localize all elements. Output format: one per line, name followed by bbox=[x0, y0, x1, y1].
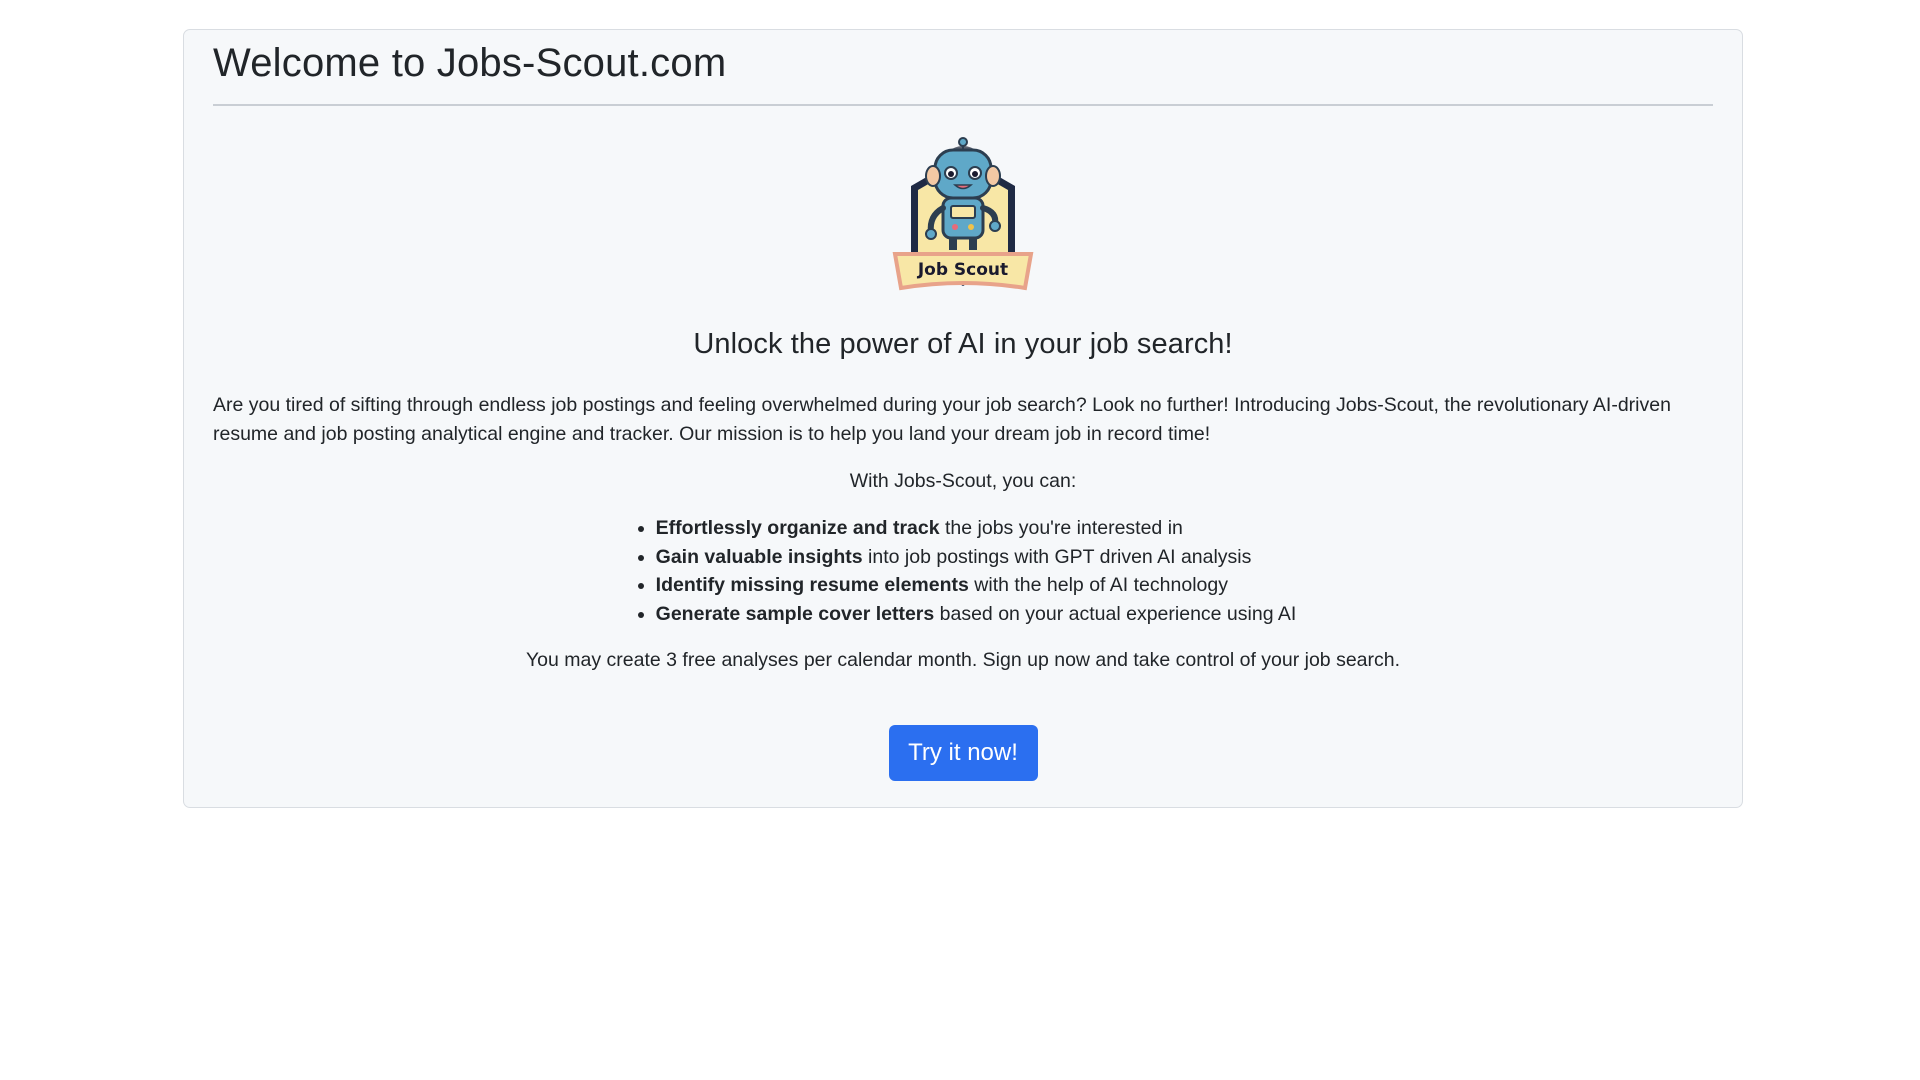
feature-bold: Identify missing resume elements bbox=[655, 574, 969, 596]
logo: Job Scout bbox=[213, 128, 1713, 298]
robot-mascot-icon: Job Scout bbox=[892, 137, 1034, 291]
features-lead-in: With Jobs-Scout, you can: bbox=[849, 470, 1077, 492]
features-list: Effortlessly organize and track the jobs… bbox=[213, 514, 1713, 628]
page-title: Welcome to Jobs-Scout.com bbox=[213, 41, 727, 85]
hero-headline: Unlock the power of AI in your job searc… bbox=[693, 328, 1233, 360]
welcome-card: Welcome to Jobs-Scout.com Job Scout Unlo… bbox=[183, 29, 1743, 808]
feature-text: the jobs you're interested in bbox=[939, 517, 1183, 539]
quota-text: You may create 3 free analyses per calen… bbox=[525, 649, 1401, 671]
feature-bold: Effortlessly organize and track bbox=[655, 517, 940, 539]
try-it-now-button[interactable]: Try it now! bbox=[888, 725, 1038, 781]
feature-item: Effortlessly organize and track the jobs… bbox=[656, 514, 1297, 543]
feature-text: with the help of AI technology bbox=[968, 574, 1228, 596]
feature-item: Identify missing resume elements with th… bbox=[656, 571, 1297, 600]
logo-text: Job Scout bbox=[917, 260, 1008, 280]
cta-row: Try it now! bbox=[213, 725, 1713, 781]
feature-text: based on your actual experience using AI bbox=[934, 602, 1297, 625]
feature-item: Generate sample cover letters based on y… bbox=[656, 600, 1297, 629]
feature-bold: Gain valuable insights bbox=[655, 545, 863, 568]
title-divider bbox=[213, 104, 1713, 106]
intro-paragraph: Are you tired of sifting through endless… bbox=[213, 394, 1671, 445]
feature-bold: Generate sample cover letters bbox=[655, 602, 935, 625]
feature-text: into job postings with GPT driven AI ana… bbox=[862, 545, 1252, 568]
feature-item: Gain valuable insights into job postings… bbox=[656, 543, 1297, 572]
